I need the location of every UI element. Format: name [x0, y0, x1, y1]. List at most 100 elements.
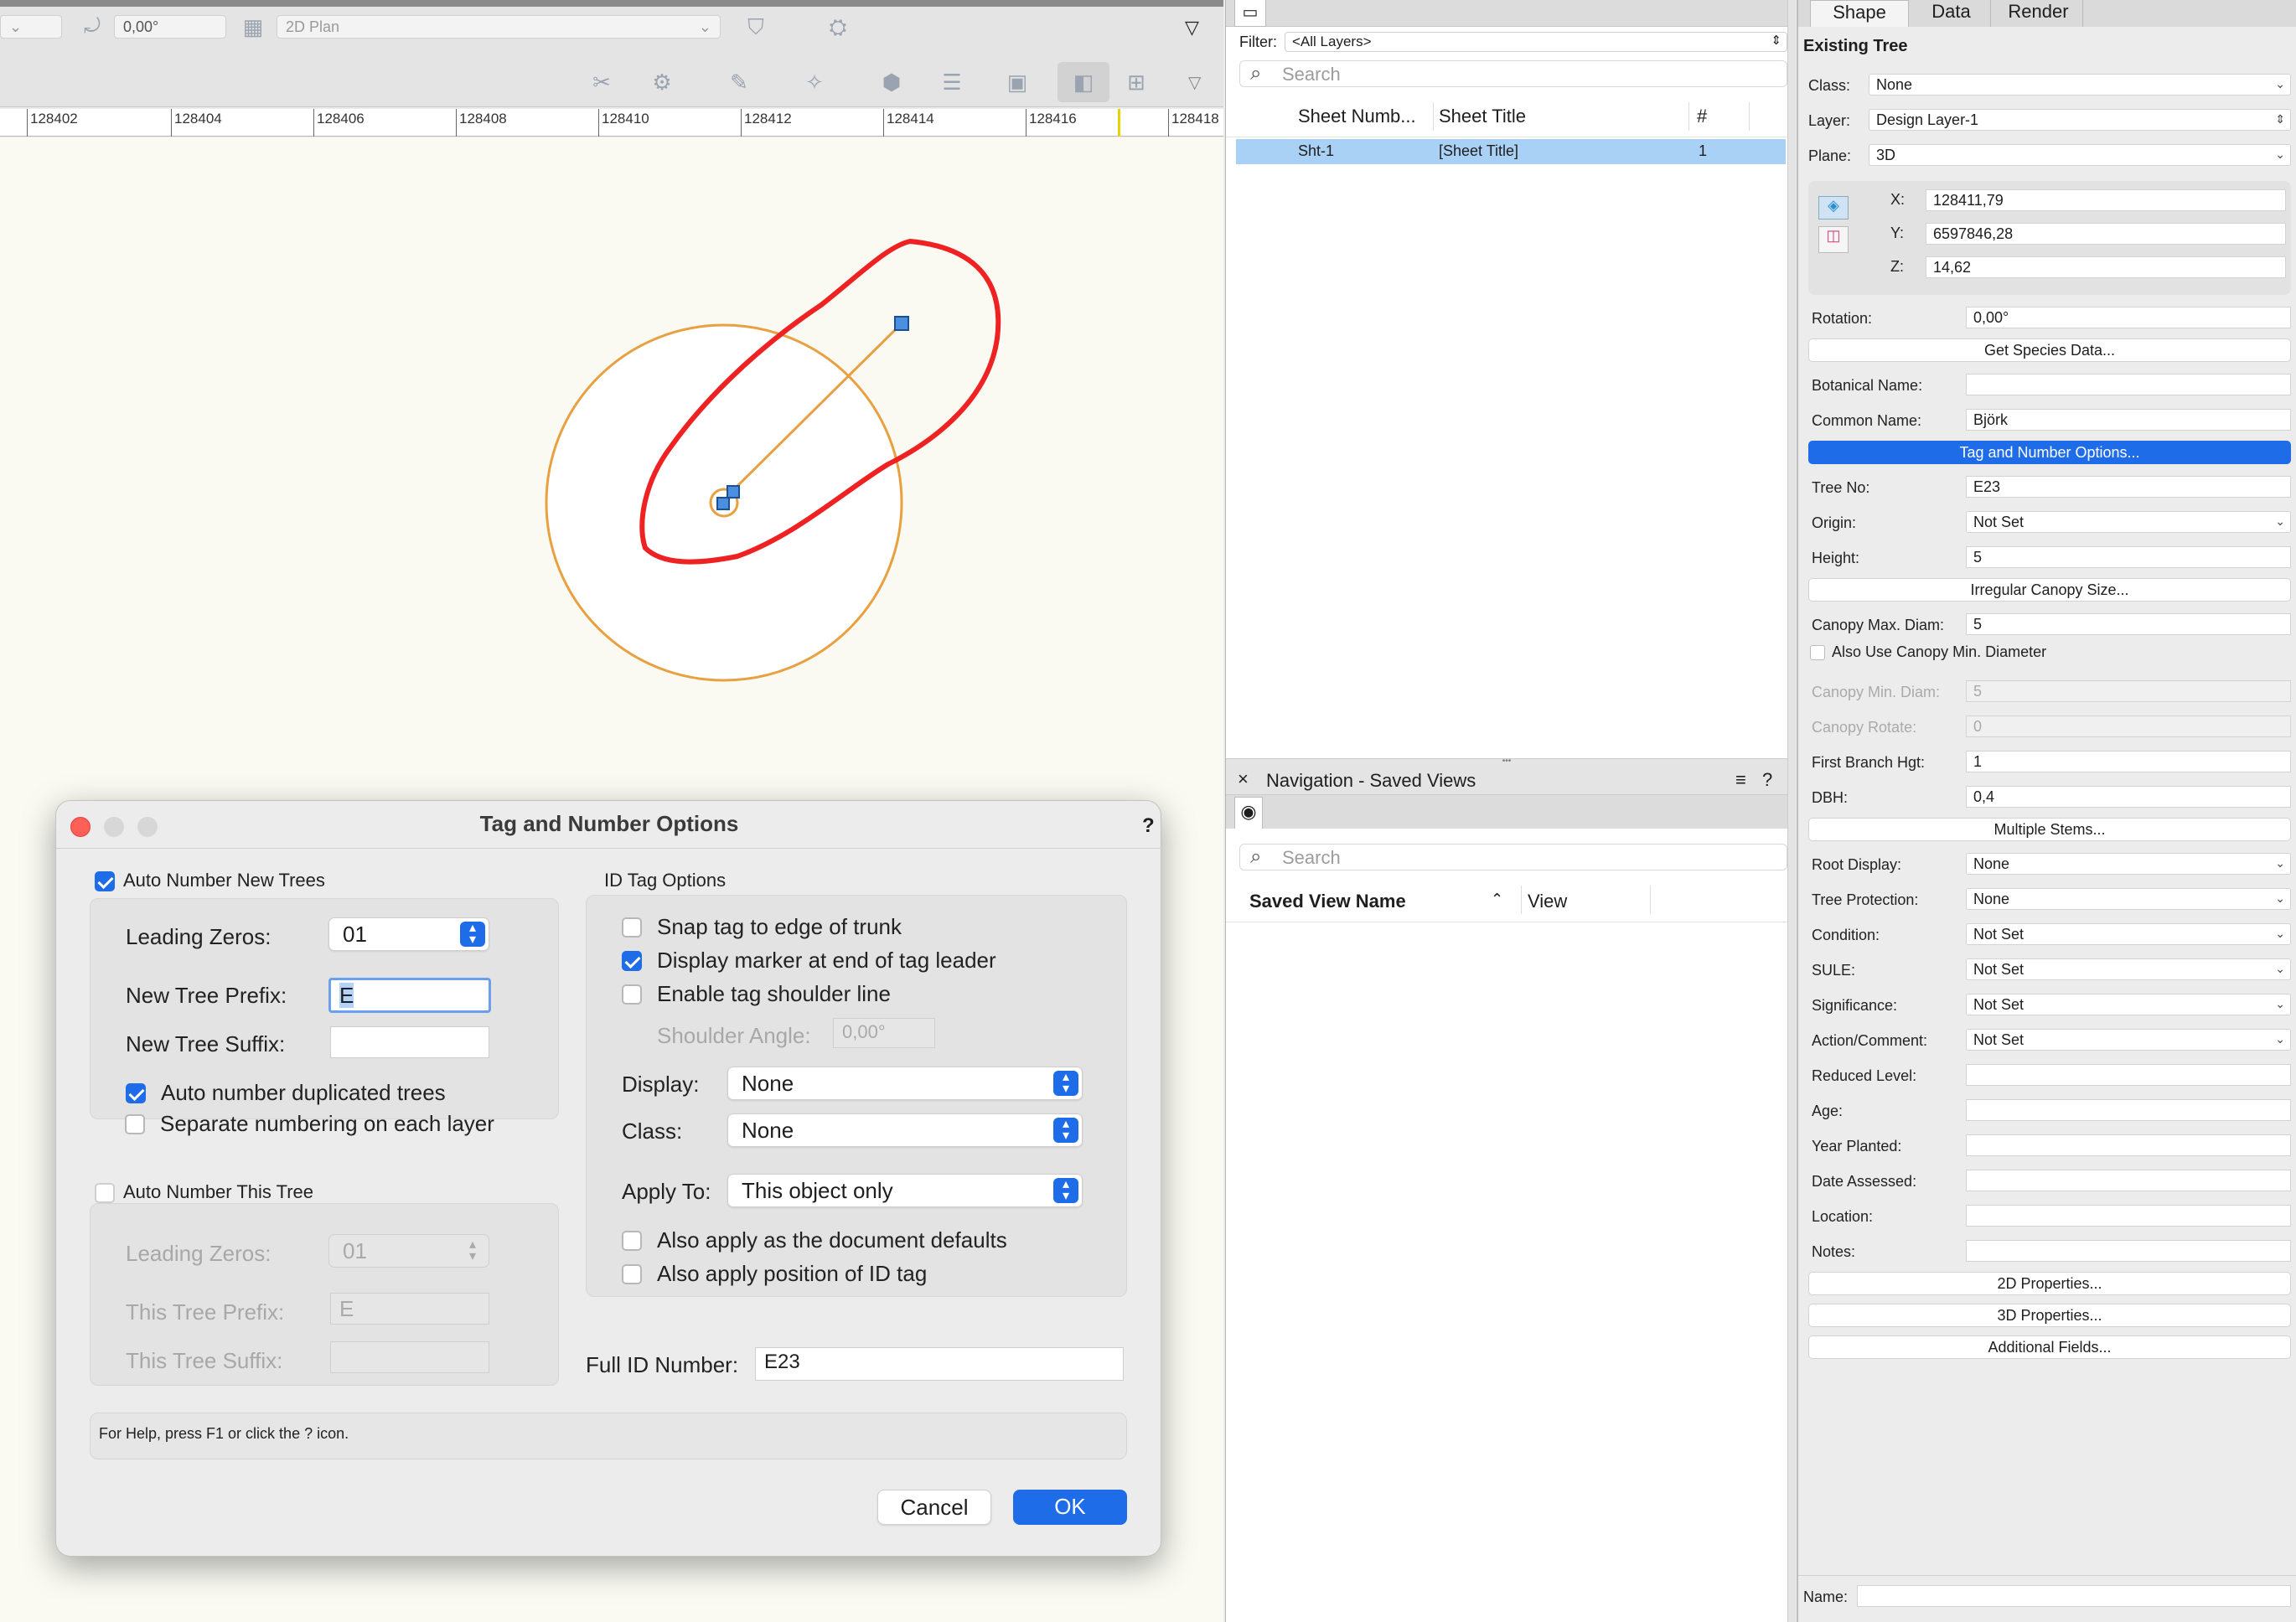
tree-no-field[interactable]: E23	[1966, 476, 2291, 498]
new-tree-suffix-input[interactable]	[330, 1026, 489, 1058]
cancel-button[interactable]: Cancel	[877, 1490, 991, 1525]
help-icon[interactable]: ?	[1142, 814, 1155, 838]
measure-icon[interactable]: ⊞	[1121, 67, 1151, 97]
view-icon[interactable]: ▦	[238, 12, 268, 42]
additional-fields-button[interactable]: Additional Fields...	[1808, 1335, 2291, 1359]
snap-tool-icon[interactable]: ✂	[587, 67, 617, 97]
canopy-max-label: Canopy Max. Diam:	[1812, 617, 1945, 633]
menu-icon[interactable]: ≡	[1735, 769, 1746, 791]
view-select[interactable]: 2D Plan ⌄	[277, 15, 721, 39]
2d-properties-button[interactable]: 2D Properties...	[1808, 1272, 2291, 1295]
enable-shoulder-checkbox[interactable]	[622, 984, 642, 1005]
full-id-input[interactable]: E23	[755, 1347, 1124, 1381]
sule-popup[interactable]: Not Set ⌄	[1966, 958, 2291, 980]
tag-number-options-button[interactable]: Tag and Number Options...	[1808, 441, 2291, 464]
render-mode-icon[interactable]: ⛉	[741, 12, 771, 42]
origin-popup[interactable]: Not Set ⌄	[1966, 511, 2291, 533]
irregular-canopy-button[interactable]: Irregular Canopy Size...	[1808, 578, 2291, 602]
dbh-field[interactable]: 0,4	[1966, 786, 2291, 808]
significance-popup[interactable]: Not Set ⌄	[1966, 994, 2291, 1015]
multiple-stems-button[interactable]: Multiple Stems...	[1808, 818, 2291, 841]
display-select[interactable]: None ▴ ▾	[727, 1067, 1083, 1100]
class-popup[interactable]: None ⌄	[1869, 74, 2291, 96]
wand-icon[interactable]: ✎	[724, 67, 754, 97]
z-field[interactable]: 14,62	[1926, 256, 2286, 278]
display-marker-checkbox[interactable]	[622, 951, 642, 971]
box-position-icon[interactable]: ◈	[1818, 196, 1849, 220]
z-position-icon[interactable]: ◫	[1818, 226, 1849, 253]
help-bar: For Help, press F1 or click the ? icon.	[90, 1413, 1127, 1459]
col-sheet-title[interactable]: Sheet Title	[1439, 106, 1526, 127]
root-display-popup[interactable]: None ⌄	[1966, 853, 2291, 875]
class-select[interactable]: None ▴ ▾	[727, 1113, 1083, 1147]
sheet-layers-tab-icon[interactable]: ▭	[1234, 0, 1266, 27]
col-hash[interactable]: #	[1697, 106, 1707, 127]
auto-number-duplicated-checkbox[interactable]	[126, 1083, 146, 1103]
projection-icon[interactable]: ⛭	[823, 12, 853, 42]
separate-numbering-checkbox[interactable]	[125, 1114, 145, 1134]
new-tree-prefix-input[interactable]: E	[328, 978, 491, 1013]
gear-icon[interactable]: ⚙	[647, 67, 677, 97]
chevron-down-icon: ⌄	[698, 18, 711, 35]
leading-zeros-select[interactable]: 01 ▴ ▾	[328, 917, 489, 951]
tab-shape[interactable]: Shape	[1810, 0, 1909, 27]
notes-field[interactable]	[1966, 1240, 2291, 1262]
page-icon[interactable]: ▣	[1002, 67, 1032, 97]
rotation-field[interactable]: 0,00°	[114, 15, 226, 39]
location-field[interactable]	[1966, 1205, 2291, 1227]
year-planted-field[interactable]	[1966, 1134, 2291, 1156]
sort-ascending-icon[interactable]: ⌃	[1491, 891, 1503, 908]
col-saved-view-name[interactable]: Saved View Name	[1249, 891, 1406, 912]
select-similar-icon[interactable]: ✧	[799, 67, 830, 97]
help-icon[interactable]: ?	[1762, 769, 1772, 791]
layers-icon[interactable]: ☰	[937, 67, 967, 97]
rotate-plan-icon[interactable]: ⤾	[77, 12, 107, 42]
panel-divider[interactable]	[1787, 767, 1796, 1622]
tab-render[interactable]: Render	[1994, 0, 2083, 27]
name-field[interactable]	[1857, 1585, 2291, 1607]
close-icon[interactable]: ×	[1238, 768, 1249, 790]
auto-number-new-trees-checkbox[interactable]	[95, 871, 115, 891]
reduced-level-field[interactable]	[1966, 1064, 2291, 1086]
3d-properties-button[interactable]: 3D Properties...	[1808, 1304, 2291, 1327]
filter-select[interactable]: <All Layers> ⇕	[1285, 32, 1787, 52]
get-species-button[interactable]: Get Species Data...	[1808, 338, 2291, 362]
table-row[interactable]: Sht-1 [Sheet Title] 1	[1236, 139, 1786, 164]
x-field[interactable]: 128411,79	[1926, 189, 2286, 211]
tree-protection-popup[interactable]: None ⌄	[1966, 888, 2291, 910]
col-sheet-number[interactable]: Sheet Numb...	[1298, 106, 1416, 127]
also-defaults-checkbox[interactable]	[622, 1231, 642, 1251]
layer-popup[interactable]: ⌄	[0, 15, 62, 39]
collapse-triangle-icon[interactable]: ▽	[1185, 17, 1199, 39]
common-name-field[interactable]: Björk	[1966, 409, 2291, 431]
shadow-box-icon[interactable]: ◧	[1058, 62, 1109, 102]
plane-popup[interactable]: 3D ⌄	[1869, 144, 2291, 166]
age-field[interactable]	[1966, 1099, 2291, 1121]
updown-icon: ⇕	[1771, 34, 1781, 48]
botanical-name-field[interactable]	[1966, 374, 2291, 395]
saved-views-tab-icon[interactable]: ◉	[1234, 797, 1263, 829]
action-comment-popup[interactable]: Not Set ⌄	[1966, 1029, 2291, 1051]
toolbar-overflow-icon[interactable]: ▽	[1188, 72, 1201, 93]
col-view[interactable]: View	[1528, 891, 1567, 912]
date-assessed-field[interactable]	[1966, 1170, 2291, 1191]
ok-button[interactable]: OK	[1013, 1490, 1127, 1525]
height-field[interactable]: 5	[1966, 546, 2291, 568]
panel-divider[interactable]	[1787, 0, 1796, 767]
first-branch-field[interactable]: 1	[1966, 751, 2291, 772]
cube-icon[interactable]: ⬢	[877, 67, 907, 97]
rotation-field[interactable]: 0,00°	[1966, 307, 2291, 328]
tab-data[interactable]: Data	[1912, 0, 1991, 27]
also-canopy-min-checkbox[interactable]	[1810, 645, 1825, 660]
splitter-handle[interactable]: •••	[1226, 757, 1787, 767]
sheet-search-input[interactable]: ⌕ Search	[1239, 60, 1787, 87]
canopy-max-field[interactable]: 5	[1966, 613, 2291, 635]
condition-popup[interactable]: Not Set ⌄	[1966, 923, 2291, 945]
apply-to-select[interactable]: This object only ▴ ▾	[727, 1174, 1083, 1207]
saved-views-search-input[interactable]: ⌕ Search	[1239, 844, 1787, 870]
layer-popup[interactable]: Design Layer-1 ⇕	[1869, 109, 2291, 131]
snap-tag-checkbox[interactable]	[622, 917, 642, 938]
y-field[interactable]: 6597846,28	[1926, 223, 2286, 245]
also-position-checkbox[interactable]	[622, 1264, 642, 1284]
auto-number-this-tree-checkbox[interactable]	[95, 1183, 115, 1203]
